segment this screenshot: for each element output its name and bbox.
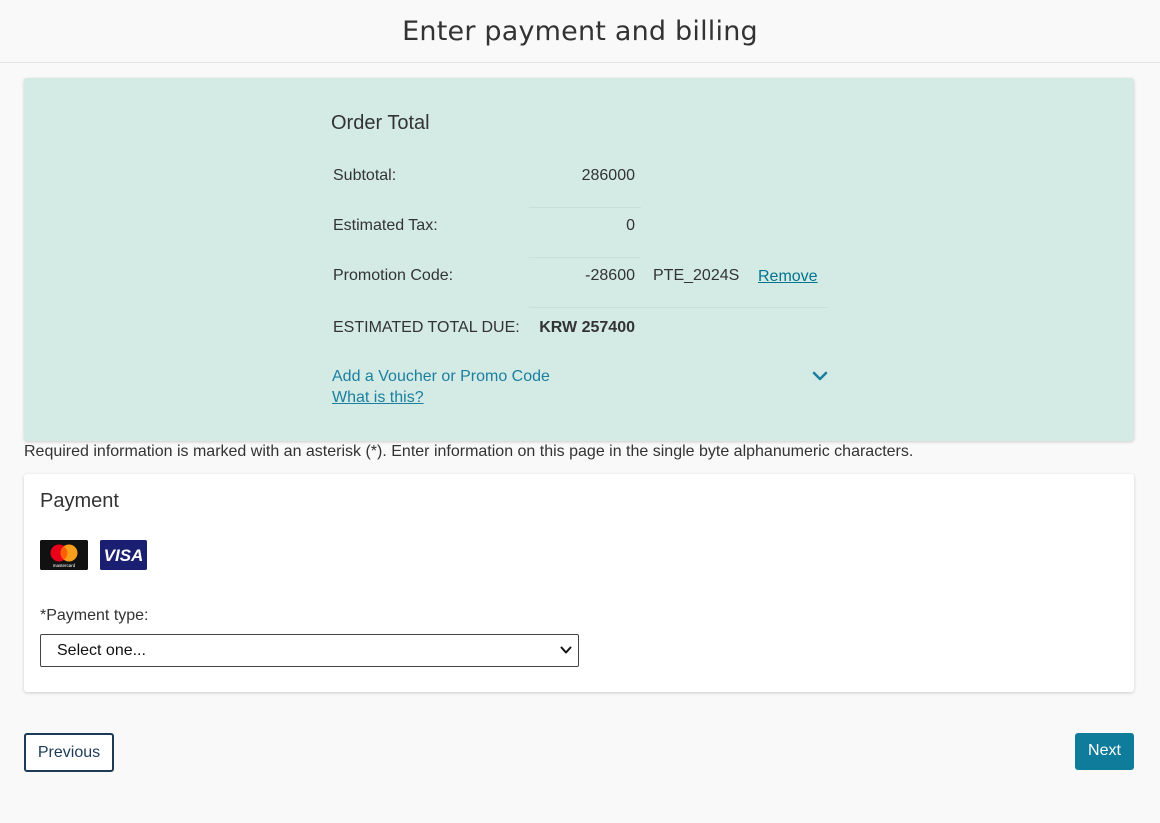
- total-label: ESTIMATED TOTAL DUE:: [333, 319, 520, 336]
- add-voucher-link[interactable]: Add a Voucher or Promo Code: [332, 368, 550, 386]
- page-header: Enter payment and billing: [0, 0, 1160, 63]
- order-total-title: Order Total: [331, 112, 430, 134]
- subtotal-value: 286000: [581, 167, 635, 184]
- payment-section: Payment mastercard VISA *Payment type: S…: [24, 474, 1134, 692]
- promotion-label: Promotion Code:: [333, 267, 454, 284]
- payment-type-select[interactable]: Select one...: [40, 634, 579, 667]
- visa-logo-icon: VISA: [100, 540, 147, 570]
- total-value: KRW 257400: [539, 319, 635, 336]
- promotion-row: Promotion Code: -28600 PTE_2024S Remove: [333, 258, 828, 308]
- order-total-panel: Order Total Subtotal: 286000 Estimated T…: [24, 78, 1134, 441]
- chevron-down-icon: [560, 646, 572, 654]
- tax-row: Estimated Tax: 0: [333, 208, 828, 258]
- remove-promo-link[interactable]: Remove: [758, 259, 818, 295]
- next-button[interactable]: Next: [1075, 733, 1134, 770]
- promotion-value: -28600: [585, 267, 635, 284]
- chevron-down-icon[interactable]: [811, 368, 829, 384]
- payment-title: Payment: [40, 490, 119, 512]
- tax-value: 0: [626, 217, 635, 234]
- what-is-this-link[interactable]: What is this?: [332, 389, 424, 407]
- required-info-note: Required information is marked with an a…: [24, 443, 914, 460]
- subtotal-row: Subtotal: 286000: [333, 158, 828, 208]
- page-title: Enter payment and billing: [402, 15, 758, 47]
- svg-text:VISA: VISA: [104, 546, 144, 565]
- row-divider: [529, 307, 827, 308]
- total-row: ESTIMATED TOTAL DUE: KRW 257400: [333, 310, 828, 360]
- previous-button[interactable]: Previous: [24, 733, 114, 772]
- payment-type-label: *Payment type:: [40, 607, 149, 624]
- svg-text:mastercard: mastercard: [53, 563, 76, 568]
- subtotal-label: Subtotal:: [333, 167, 397, 184]
- tax-label: Estimated Tax:: [333, 217, 438, 234]
- order-summary: Order Total: [331, 108, 831, 138]
- payment-type-selected: Select one...: [57, 642, 146, 659]
- mastercard-logo-icon: mastercard: [40, 540, 88, 570]
- promotion-code: PTE_2024S: [653, 267, 740, 284]
